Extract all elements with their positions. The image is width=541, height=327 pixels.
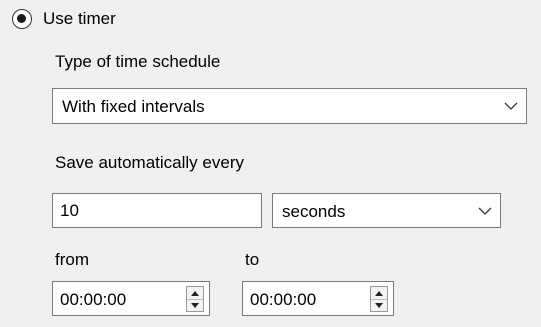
schedule-type-value: With fixed intervals xyxy=(62,97,205,116)
autosave-label: Save automatically every xyxy=(55,153,244,172)
triangle-up-icon xyxy=(191,290,199,296)
chevron-down-icon[interactable] xyxy=(478,206,492,216)
radio-selected-dot xyxy=(17,14,26,23)
from-time-value: 00:00:00 xyxy=(60,290,127,309)
use-timer-radio[interactable] xyxy=(12,9,32,29)
to-time-value: 00:00:00 xyxy=(250,290,317,309)
use-timer-label[interactable]: Use timer xyxy=(43,9,116,29)
to-time-spinner[interactable] xyxy=(370,286,388,312)
autosave-interval-input[interactable]: 10 xyxy=(52,193,262,228)
to-time-decrement[interactable] xyxy=(371,299,387,311)
autosave-unit-dropdown[interactable]: seconds xyxy=(272,193,501,228)
to-label: to xyxy=(245,250,260,269)
triangle-down-icon xyxy=(191,302,199,308)
autosave-unit-value: seconds xyxy=(282,202,346,221)
triangle-up-icon xyxy=(375,290,383,296)
schedule-type-label: Type of time schedule xyxy=(55,52,221,71)
from-time-picker[interactable]: 00:00:00 xyxy=(52,281,210,316)
from-time-decrement[interactable] xyxy=(187,299,203,311)
to-time-picker[interactable]: 00:00:00 xyxy=(242,281,394,316)
from-time-spinner[interactable] xyxy=(186,286,204,312)
chevron-down-icon[interactable] xyxy=(504,101,518,111)
from-label: from xyxy=(55,250,89,269)
schedule-type-dropdown[interactable]: With fixed intervals xyxy=(52,88,527,124)
triangle-down-icon xyxy=(375,302,383,308)
autosave-interval-value: 10 xyxy=(60,201,79,220)
